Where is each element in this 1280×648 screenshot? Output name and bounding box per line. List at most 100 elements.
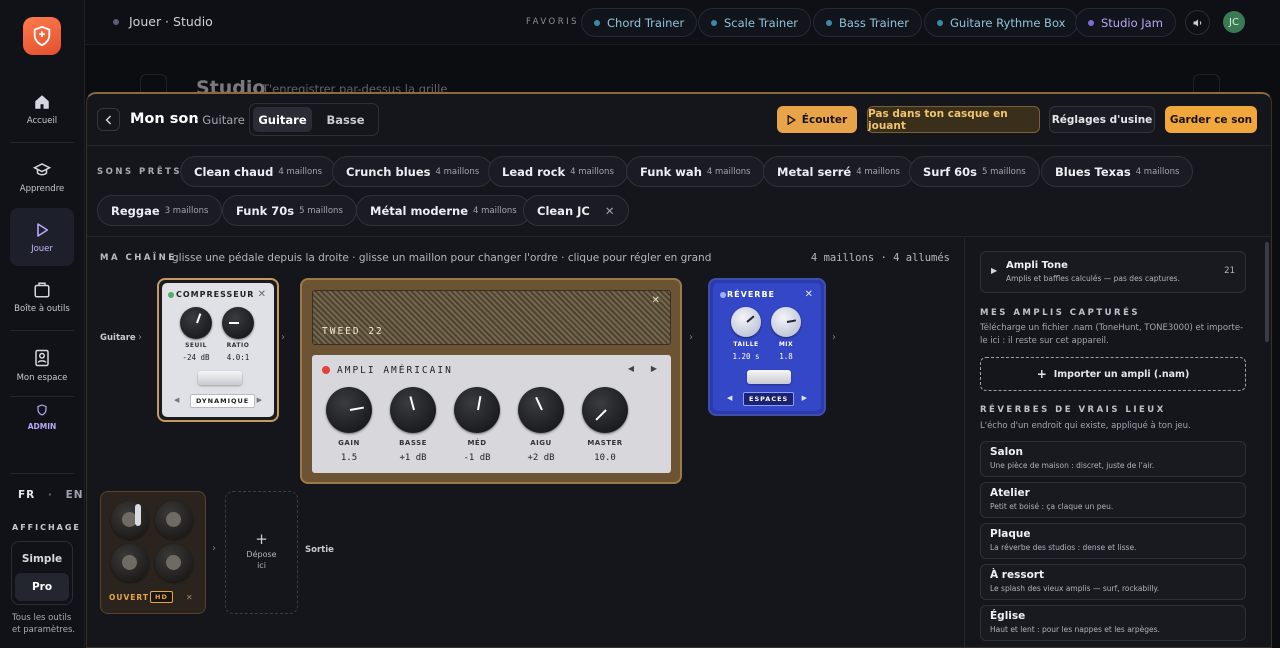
prev-arrow-icon[interactable]: ◀ <box>174 396 179 404</box>
preset-count: 4 maillons <box>278 166 323 177</box>
no-headphones-toggle[interactable]: Pas dans ton casque en jouant <box>867 106 1040 133</box>
mix-knob[interactable] <box>771 307 801 337</box>
preset-chip[interactable]: Reggae 3 maillons <box>97 195 223 226</box>
profile-icon <box>35 349 49 366</box>
footswitch[interactable] <box>747 370 791 384</box>
drop-zone[interactable]: + Dépose ici <box>225 491 298 614</box>
mode-simple-button[interactable]: Simple <box>15 545 69 573</box>
close-icon[interactable]: ✕ <box>805 289 813 300</box>
amp-tone-desc: Amplis et baffles calculés — pas des cap… <box>1006 274 1180 283</box>
lang-fr[interactable]: FR <box>18 489 35 501</box>
preset-count: 4 maillons <box>473 205 517 216</box>
amp-tone-card[interactable]: ▶ Ampli Tone Amplis et baffles calculés … <box>980 251 1246 293</box>
close-icon[interactable]: ✕ <box>258 289 266 300</box>
looper-knob[interactable] <box>155 544 193 582</box>
app-logo[interactable] <box>23 17 61 55</box>
room-a-ressort[interactable]: À ressort Le splash des vieux amplis — su… <box>980 564 1246 600</box>
next-arrow-icon[interactable]: ▶ <box>257 396 262 404</box>
avatar[interactable]: JC <box>1223 11 1245 33</box>
looper-state: OUVERT <box>109 593 149 602</box>
shield-logo-icon <box>33 25 51 47</box>
toggle-switch[interactable] <box>135 504 141 526</box>
preset-count: 5 maillons <box>299 205 343 216</box>
preset-chip[interactable]: Blues Texas 4 maillons <box>1041 156 1194 187</box>
preset-chip[interactable]: Metal serré 4 maillons <box>763 156 914 187</box>
room-plaque[interactable]: Plaque La réverbe des studios : dense et … <box>980 523 1246 559</box>
reverb-pedal[interactable]: RÉVERBE ✕ TAILLE MIX 1.20 s 1.8 ◀ ESPACE… <box>708 278 826 416</box>
factory-reset-button[interactable]: Réglages d'usine <box>1049 106 1155 133</box>
close-icon[interactable]: ✕ <box>605 204 615 218</box>
preset-chip[interactable]: Funk 70s 5 maillons <box>222 195 357 226</box>
footswitch[interactable] <box>198 371 242 385</box>
import-label: Importer un ampli (.nam) <box>1053 368 1190 380</box>
size-knob[interactable] <box>731 307 761 337</box>
room-salon[interactable]: Salon Une pièce de maison : discret, just… <box>980 441 1246 477</box>
keep-sound-button[interactable]: Garder ce son <box>1165 106 1257 133</box>
preset-chip[interactable]: Lead rock 4 maillons <box>488 156 628 187</box>
divider <box>10 396 74 397</box>
sidebar-item-boite-outils[interactable]: Boîte à outils <box>10 268 74 326</box>
master-knob[interactable] <box>582 387 628 433</box>
preset-chip[interactable]: Surf 60s 5 maillons <box>909 156 1040 187</box>
favorite-chord-trainer[interactable]: Chord Trainer <box>581 8 698 37</box>
favorite-scale-trainer[interactable]: Scale Trainer <box>698 8 811 37</box>
threshold-knob[interactable] <box>180 307 212 339</box>
compressor-pedal[interactable]: COMPRESSEUR ✕ SEUIL RATIO -24 dB 4.0:1 ◀… <box>157 278 279 422</box>
preset-chip[interactable]: Clean chaud 4 maillons <box>180 156 337 187</box>
sidebar-item-apprendre[interactable]: Apprendre <box>10 148 74 206</box>
divider <box>10 330 74 331</box>
room-atelier[interactable]: Atelier Petit et boisé : ça claque un peu… <box>980 482 1246 518</box>
back-button[interactable] <box>97 108 120 131</box>
mode-pro-button[interactable]: Pro <box>15 573 69 601</box>
preset-count: 4 maillons <box>435 166 480 177</box>
chain-hint: glisse une pédale depuis la droite · gli… <box>172 252 712 264</box>
next-arrow-icon[interactable]: ▶ <box>802 394 807 402</box>
close-icon[interactable]: ✕ <box>652 295 660 306</box>
import-amp-button[interactable]: + Importer un ampli (.nam) <box>980 357 1246 391</box>
preset-name: Métal moderne <box>370 203 469 218</box>
preset-chip[interactable]: Crunch blues 4 maillons <box>332 156 494 187</box>
gain-knob[interactable] <box>326 387 372 433</box>
looper-pedal[interactable]: OUVERT HD ✕ <box>100 491 206 614</box>
favorite-studio-jam[interactable]: Studio Jam <box>1075 8 1176 37</box>
chevron-right-icon: › <box>281 332 285 343</box>
hd-badge: HD <box>150 591 173 603</box>
favorites-label: FAVORIS <box>526 17 580 27</box>
sidebar-item-admin[interactable]: ADMIN <box>10 400 74 434</box>
display-mode-toggle: Simple Pro <box>11 541 73 605</box>
breadcrumb-text[interactable]: Jouer · Studio <box>129 14 213 29</box>
looper-knob[interactable] <box>111 501 149 539</box>
sound-button[interactable] <box>1185 10 1210 35</box>
next-model-icon[interactable]: ▶ <box>651 364 657 373</box>
favorite-guitare-rythme-box[interactable]: Guitare Rythme Box <box>924 8 1079 37</box>
prev-model-icon[interactable]: ◀ <box>628 364 634 373</box>
prev-arrow-icon[interactable]: ◀ <box>727 394 732 402</box>
mid-knob[interactable] <box>454 387 500 433</box>
preset-chip[interactable]: Métal moderne 4 maillons <box>356 195 531 226</box>
chevron-right-icon: › <box>212 543 216 554</box>
room-desc: Haut et lent : pour les nappes et les ar… <box>990 625 1160 634</box>
chain-output-label: Sortie <box>305 545 334 555</box>
scrollbar[interactable] <box>1265 242 1269 342</box>
sidebar-item-label: Boîte à outils <box>14 303 70 314</box>
sidebar-item-jouer[interactable]: Jouer <box>10 208 74 266</box>
knob-label: RATIO <box>226 342 250 349</box>
sidebar-item-mon-espace[interactable]: Mon espace <box>10 336 74 394</box>
treble-knob[interactable] <box>518 387 564 433</box>
preset-chip[interactable]: Funk wah 4 maillons <box>626 156 765 187</box>
tab-basse[interactable]: Basse <box>316 107 375 132</box>
looper-knob[interactable] <box>111 544 149 582</box>
tab-guitare[interactable]: Guitare <box>253 107 312 132</box>
lang-en[interactable]: EN <box>66 489 84 501</box>
listen-button[interactable]: Écouter <box>777 106 857 133</box>
preset-chip-custom[interactable]: Clean JC ✕ <box>523 195 629 226</box>
bass-knob[interactable] <box>390 387 436 433</box>
looper-knob[interactable] <box>155 501 193 539</box>
sidebar-item-accueil[interactable]: Accueil <box>10 80 74 138</box>
favorite-label: Studio Jam <box>1101 15 1163 30</box>
ratio-knob[interactable] <box>222 307 254 339</box>
room-eglise[interactable]: Église Haut et lent : pour les nappes et … <box>980 605 1246 641</box>
close-icon[interactable]: ✕ <box>186 593 193 602</box>
amp-block[interactable]: TWEED 22 ✕ AMPLI AMÉRICAIN ◀ ▶ GAIN BASS… <box>300 278 682 484</box>
favorite-bass-trainer[interactable]: Bass Trainer <box>813 8 922 37</box>
